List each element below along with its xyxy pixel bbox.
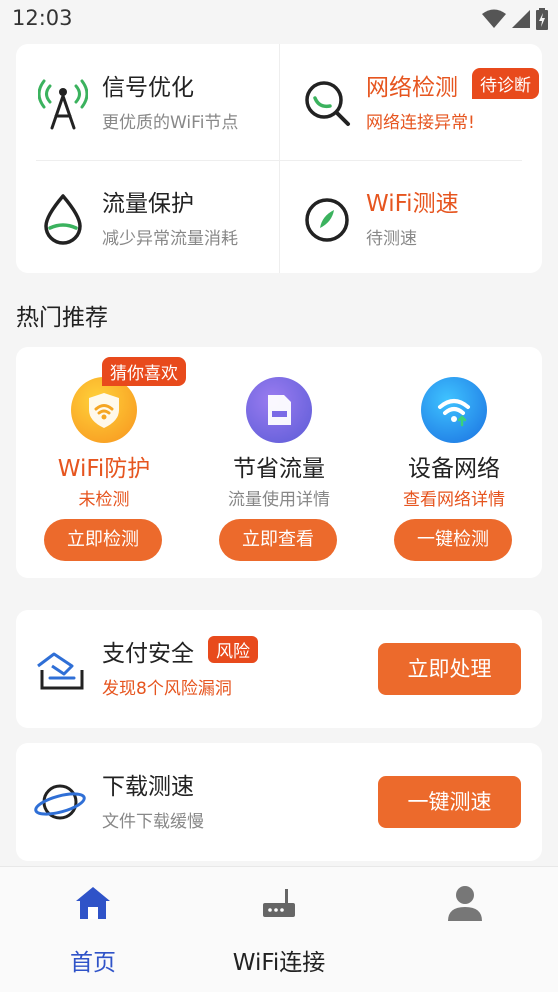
feature-title: 信号优化 bbox=[102, 75, 194, 101]
router-icon bbox=[263, 889, 295, 917]
payment-security-card: 支付安全 风险 发现8个风险漏洞 立即处理 bbox=[16, 610, 542, 728]
home-icon bbox=[76, 887, 110, 919]
view-now-button[interactable]: 立即查看 bbox=[219, 519, 337, 561]
guess-you-like-tag: 猜你喜欢 bbox=[102, 357, 186, 386]
nav-item-profile[interactable] bbox=[372, 867, 558, 992]
status-time: 12:03 bbox=[12, 6, 73, 30]
recommend-title: 设备网络 bbox=[408, 456, 500, 482]
recommend-item-device-network: 设备网络 查看网络详情 一键检测 bbox=[366, 347, 542, 578]
handle-now-button[interactable]: 立即处理 bbox=[378, 643, 521, 695]
speed-gauge-icon bbox=[305, 198, 349, 242]
nav-item-home[interactable]: 首页 bbox=[0, 867, 186, 992]
planet-icon bbox=[34, 784, 86, 820]
feature-subtitle: 更优质的WiFi节点 bbox=[102, 113, 239, 133]
status-icons bbox=[482, 8, 548, 30]
section-title: 热门推荐 bbox=[16, 305, 108, 331]
recommend-subtitle: 查看网络详情 bbox=[403, 490, 505, 510]
nav-label: WiFi连接 bbox=[232, 950, 326, 976]
download-speed-title: 下载测速 bbox=[102, 774, 194, 800]
magnifier-icon bbox=[305, 81, 350, 126]
risk-badge: 风险 bbox=[208, 636, 258, 663]
feature-title: WiFi测速 bbox=[366, 191, 459, 217]
recommend-card: 猜你喜欢 WiFi防护 未检测 立即检测 节省流量 流量使用详情 立即查看 设备… bbox=[16, 347, 542, 578]
one-click-detect-button[interactable]: 一键检测 bbox=[394, 519, 512, 561]
detect-now-button[interactable]: 立即检测 bbox=[44, 519, 162, 561]
water-drop-icon bbox=[44, 194, 82, 245]
status-bar: 12:03 bbox=[0, 0, 558, 38]
feature-grid-card: 信号优化 更优质的WiFi节点 网络检测 网络连接异常! 待诊断 流量保护 减少… bbox=[16, 44, 542, 273]
payment-security-title: 支付安全 bbox=[102, 641, 194, 667]
recommend-subtitle: 流量使用详情 bbox=[228, 490, 330, 510]
bottom-nav: 首页 WiFi连接 bbox=[0, 866, 558, 992]
signal-tower-icon bbox=[38, 79, 88, 130]
feature-wifi-speed[interactable]: WiFi测速 待测速 bbox=[280, 160, 542, 274]
feature-subtitle: 待测速 bbox=[366, 229, 417, 249]
feature-traffic-protect[interactable]: 流量保护 减少异常流量消耗 bbox=[16, 160, 278, 274]
recommend-title: 节省流量 bbox=[233, 456, 325, 482]
document-icon bbox=[246, 377, 312, 443]
feature-title: 流量保护 bbox=[102, 191, 194, 217]
feature-network-check[interactable]: 网络检测 网络连接异常! bbox=[280, 44, 542, 158]
feature-signal-optimize[interactable]: 信号优化 更优质的WiFi节点 bbox=[16, 44, 278, 158]
wifi-globe-icon bbox=[421, 377, 487, 443]
nav-item-wifi-connect[interactable]: WiFi连接 bbox=[186, 867, 372, 992]
feature-subtitle: 网络连接异常! bbox=[366, 113, 475, 133]
cell-signal-icon bbox=[512, 10, 530, 28]
battery-icon bbox=[536, 8, 548, 30]
payment-card-icon bbox=[37, 652, 84, 690]
recommend-item-wifi-protect: 猜你喜欢 WiFi防护 未检测 立即检测 bbox=[16, 347, 192, 578]
recommend-item-save-traffic: 节省流量 流量使用详情 立即查看 bbox=[191, 347, 367, 578]
payment-security-subtitle: 发现8个风险漏洞 bbox=[102, 679, 232, 699]
feature-subtitle: 减少异常流量消耗 bbox=[102, 229, 238, 249]
download-speed-subtitle: 文件下载缓慢 bbox=[102, 812, 204, 832]
recommend-subtitle: 未检测 bbox=[78, 490, 130, 510]
feature-title: 网络检测 bbox=[366, 75, 458, 101]
pending-diagnosis-badge: 待诊断 bbox=[472, 68, 539, 99]
recommend-title: WiFi防护 bbox=[57, 456, 151, 482]
download-speed-card: 下载测速 文件下载缓慢 一键测速 bbox=[16, 743, 542, 861]
nav-label: 首页 bbox=[70, 950, 116, 976]
one-click-speedtest-button[interactable]: 一键测速 bbox=[378, 776, 521, 828]
user-icon bbox=[448, 886, 482, 921]
wifi-shield-icon bbox=[71, 377, 137, 443]
wifi-status-icon bbox=[482, 9, 506, 28]
